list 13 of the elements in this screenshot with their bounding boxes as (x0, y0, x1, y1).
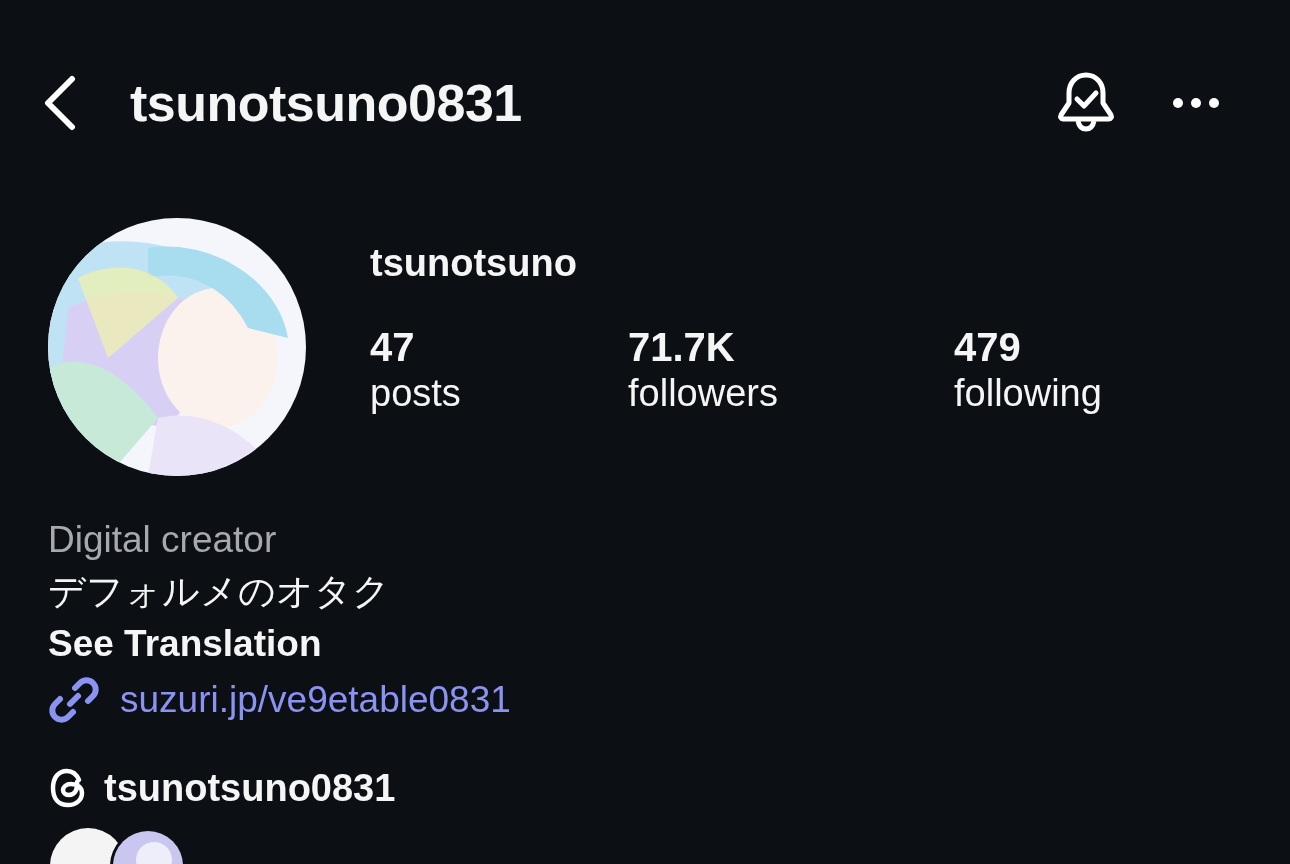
stat-count[interactable]: 47 (370, 323, 628, 371)
stat-label[interactable]: followers (628, 371, 954, 417)
stat-label[interactable]: posts (370, 371, 628, 417)
stat-count[interactable]: 479 (954, 323, 1102, 371)
threads-username[interactable]: tsunotsuno0831 (104, 762, 396, 814)
website-link[interactable]: suzuri.jp/ve9etable0831 (120, 674, 511, 726)
profile-category: Digital creator (48, 518, 278, 562)
bio-text: デフォルメのオタク (48, 570, 391, 614)
display-name: tsunotsuno (370, 242, 578, 285)
profile-username: tsunotsuno0831 (130, 73, 523, 133)
see-translation-link[interactable]: See Translation (48, 618, 1290, 670)
stat-label[interactable]: following (954, 371, 1102, 417)
stat-count[interactable]: 71.7K (628, 323, 954, 371)
